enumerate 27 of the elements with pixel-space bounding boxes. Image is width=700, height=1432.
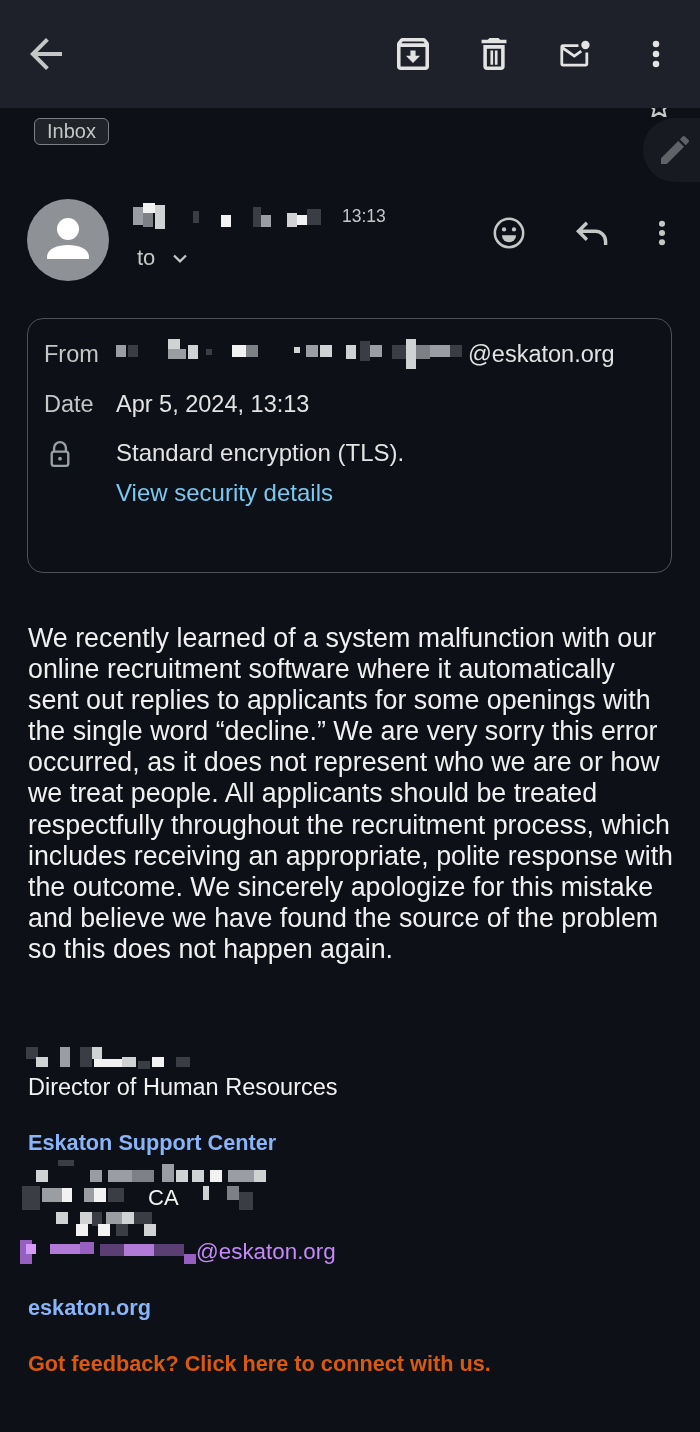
lock-icon bbox=[50, 441, 70, 467]
message-body-paragraph: We recently learned of a system malfunction with our online recruitment software where it automatically sent out replies to applicants for some openings with the single word “decline.” We are very sorry this error occurred, as it does not represent who we are or how we treat people. All applicants should be treated respectfully throughout the recruitment process, which includes receiving an appropriate, polite response with the outcome. We sincerely apologize for this mistake and believe we have found the source of the problem so this does not happen again. bbox=[28, 623, 674, 966]
avatar-icon bbox=[27, 199, 109, 281]
detail-label: From bbox=[44, 340, 100, 368]
smiley-icon bbox=[492, 216, 526, 250]
chevron-down-icon bbox=[173, 253, 188, 263]
feedback-link[interactable]: Got feedback? Click here to connect with us. bbox=[28, 1351, 491, 1378]
signature-title: Director of Human Resources bbox=[28, 1073, 338, 1102]
more-options-icon bbox=[652, 39, 660, 69]
website-link[interactable]: eskaton.org bbox=[28, 1295, 151, 1322]
mail-unread-icon bbox=[559, 38, 591, 70]
archive-icon bbox=[397, 38, 429, 70]
detail-value: @eskaton.org bbox=[468, 340, 615, 368]
recipients-toggle[interactable]: to bbox=[137, 245, 188, 271]
star-icon[interactable] bbox=[648, 108, 670, 117]
more-options-icon bbox=[658, 219, 666, 247]
inbox-label-chip[interactable]: Inbox bbox=[34, 118, 109, 145]
back-arrow-icon bbox=[30, 38, 62, 70]
received-time: 13:13 bbox=[342, 205, 386, 227]
encryption-status: Standard encryption (TLS). bbox=[116, 439, 405, 467]
pencil-icon bbox=[661, 136, 689, 164]
organization-link[interactable]: Eskaton Support Center bbox=[28, 1130, 277, 1157]
address-state: CA bbox=[148, 1185, 179, 1212]
email-link[interactable]: @eskaton.org bbox=[196, 1239, 336, 1266]
security-details-link[interactable]: View security details bbox=[116, 479, 333, 507]
detail-label: Date bbox=[44, 390, 95, 418]
detail-value: Apr 5, 2024, 13:13 bbox=[116, 390, 310, 418]
